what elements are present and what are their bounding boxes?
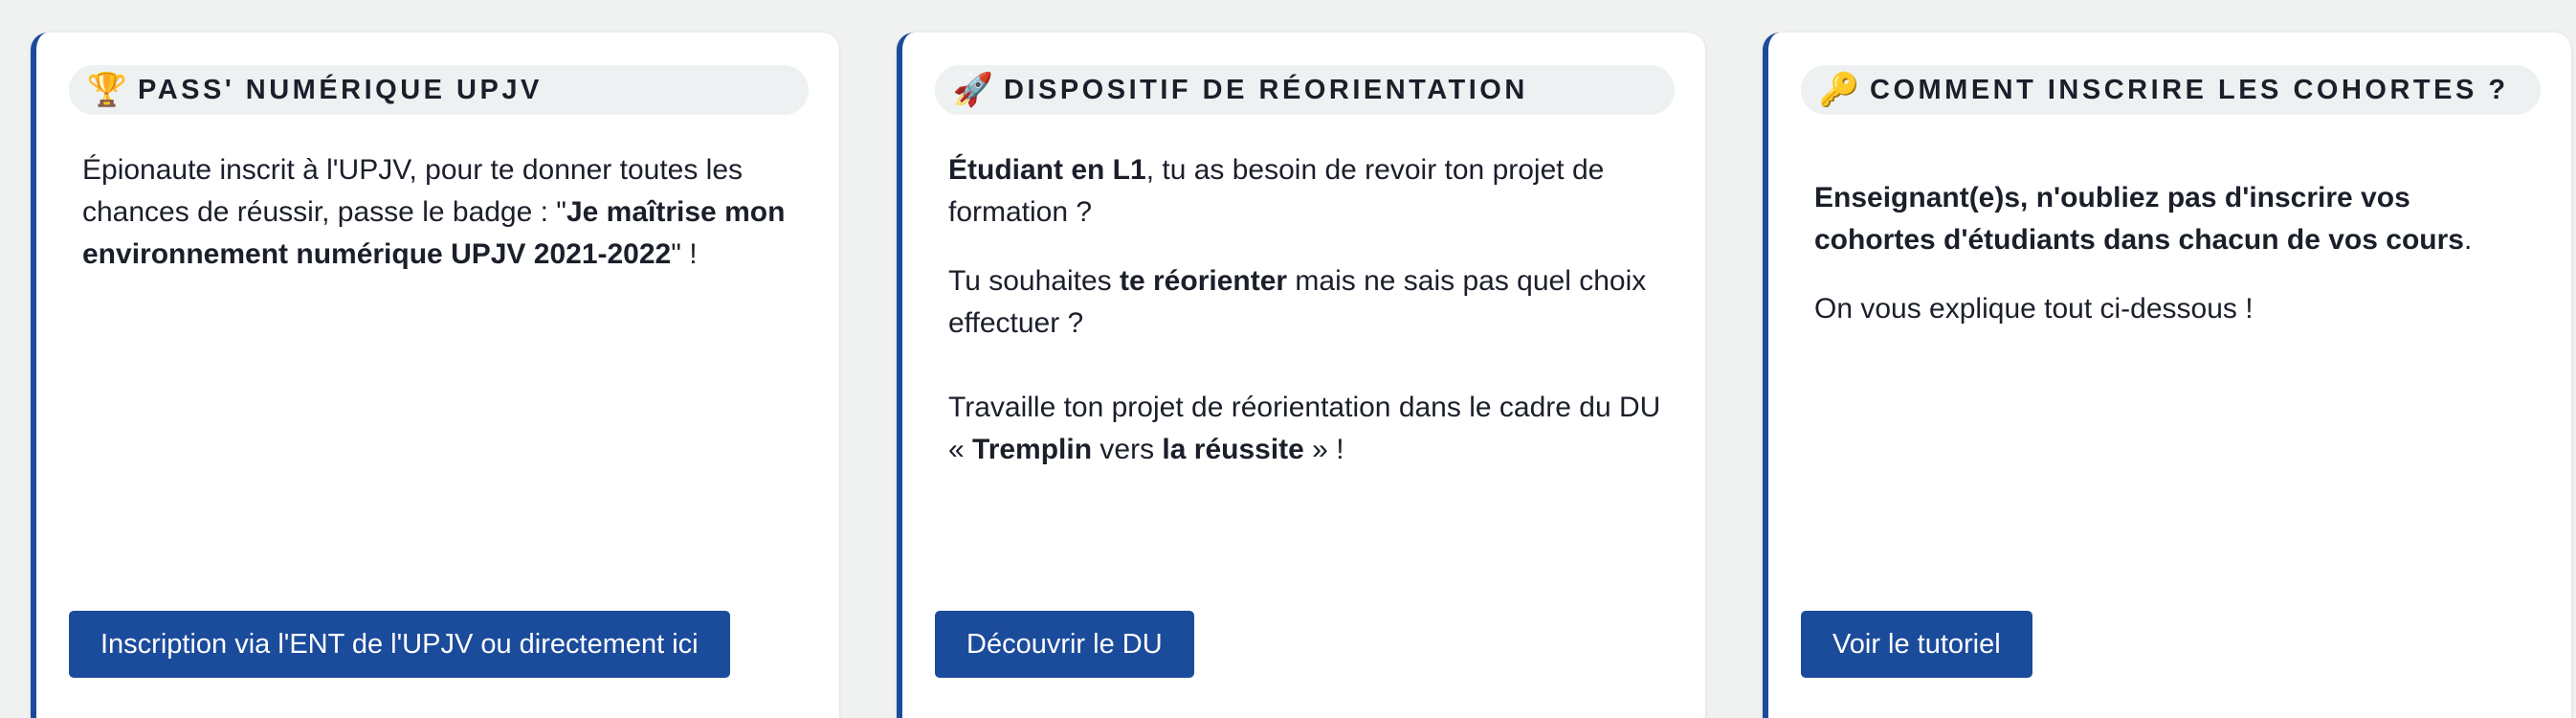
bold-text: Tremplin	[972, 434, 1093, 465]
card-reorientation: 🚀 DISPOSITIF DE RÉORIENTATION Étudiant e…	[897, 33, 1705, 718]
bold-text: te réorienter	[1120, 265, 1288, 297]
rocket-icon: 🚀	[952, 72, 994, 108]
card-paragraph: Tu souhaites te réorienter mais ne sais …	[948, 260, 1667, 345]
key-icon: 🔑	[1818, 72, 1860, 108]
bold-text: environnement numérique UPJV 2021-2022	[82, 238, 672, 270]
voir-tutoriel-button[interactable]: Voir le tutoriel	[1801, 611, 2032, 678]
card-paragraph: Enseignant(e)s, n'oubliez pas d'inscrire…	[1814, 177, 2533, 261]
card-paragraph: Étudiant en L1, tu as besoin de revoir t…	[948, 149, 1667, 234]
card-body: Épionaute inscrit à l'UPJV, pour te donn…	[82, 149, 801, 303]
text-segment: " !	[671, 238, 698, 270]
card-paragraph: On vous explique tout ci-dessous !	[1814, 293, 2254, 325]
card-paragraph: Épionaute inscrit à l'UPJV, pour te donn…	[82, 149, 801, 276]
card-header: 🔑 COMMENT INSCRIRE LES COHORTES ?	[1801, 65, 2541, 115]
card-body: Étudiant en L1, tu as besoin de revoir t…	[948, 149, 1667, 498]
card-body: Enseignant(e)s, n'oubliez pas d'inscrire…	[1814, 177, 2533, 357]
text-segment: .	[2463, 224, 2473, 256]
bold-text: Étudiant en L1	[948, 154, 1146, 186]
bold-text: la réussite	[1162, 434, 1304, 465]
bold-text: Je maîtrise mon	[566, 196, 786, 228]
card-pass-numerique: 🏆 PASS' NUMÉRIQUE UPJV Épionaute inscrit…	[31, 33, 839, 718]
bold-text: Enseignant(e)s, n'oubliez pas d'inscrire…	[1814, 182, 2464, 256]
text-segment: vers	[1092, 434, 1163, 465]
text-segment: Tu souhaites	[948, 265, 1120, 297]
text-segment: » !	[1303, 434, 1344, 465]
inscription-button[interactable]: Inscription via l'ENT de l'UPJV ou direc…	[69, 611, 730, 678]
cards-row: 🏆 PASS' NUMÉRIQUE UPJV Épionaute inscrit…	[0, 0, 2576, 718]
card-cohortes: 🔑 COMMENT INSCRIRE LES COHORTES ? Enseig…	[1763, 33, 2571, 718]
card-header: 🚀 DISPOSITIF DE RÉORIENTATION	[935, 65, 1675, 115]
trophy-icon: 🏆	[86, 72, 128, 108]
card-title: DISPOSITIF DE RÉORIENTATION	[1004, 74, 1528, 105]
card-title: COMMENT INSCRIRE LES COHORTES ?	[1870, 74, 2509, 105]
decouvrir-du-button[interactable]: Découvrir le DU	[935, 611, 1194, 678]
card-paragraph: Travaille ton projet de réorientation da…	[948, 387, 1667, 471]
card-header: 🏆 PASS' NUMÉRIQUE UPJV	[69, 65, 809, 115]
card-title: PASS' NUMÉRIQUE UPJV	[138, 74, 543, 105]
